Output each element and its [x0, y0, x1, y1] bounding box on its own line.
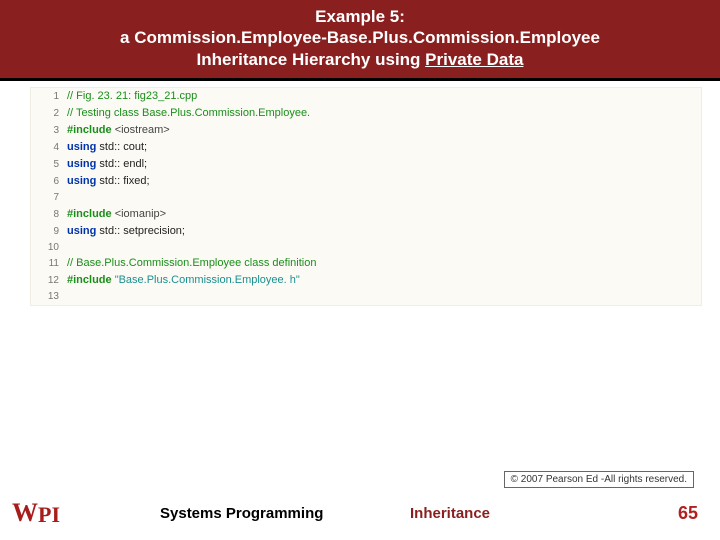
code-token: using	[67, 175, 99, 187]
code-line-body: #include <iostream>	[67, 122, 170, 139]
code-line: 8 #include <iomanip>	[31, 206, 701, 223]
code-line-body: // Testing class Base.Plus.Commission.Em…	[67, 105, 310, 122]
code-token: // Base.Plus.Commission.Employee class d…	[67, 257, 316, 269]
title-line1: Example 5:	[315, 7, 405, 26]
code-line: 4 using std:: cout;	[31, 139, 701, 156]
code-token: "Base.Plus.Commission.Employee. h"	[115, 274, 300, 286]
code-line: 11 // Base.Plus.Commission.Employee class…	[31, 255, 701, 272]
code-line: 13	[31, 289, 701, 305]
title-line3-underline: Private Data	[425, 50, 523, 69]
code-token: using	[67, 225, 99, 237]
line-number: 1	[37, 89, 59, 105]
code-line-body: using std:: fixed;	[67, 173, 150, 190]
copyright-notice: © 2007 Pearson Ed -All rights reserved.	[504, 471, 694, 488]
line-number: 3	[37, 123, 59, 139]
line-number: 10	[37, 240, 59, 256]
code-line-body: #include <iomanip>	[67, 206, 166, 223]
logo-letter-w: W	[12, 498, 37, 528]
code-token: using	[67, 158, 99, 170]
code-line: 7	[31, 190, 701, 206]
code-token: std:: fixed;	[99, 175, 149, 187]
line-number: 11	[37, 256, 59, 272]
logo-letter-i: I	[51, 502, 59, 528]
code-token: #include	[67, 124, 115, 136]
line-number: 12	[37, 273, 59, 289]
code-line: 6 using std:: fixed;	[31, 173, 701, 190]
code-token: #include	[67, 274, 115, 286]
line-number: 8	[37, 207, 59, 223]
code-line-body: // Fig. 23. 21: fig23_21.cpp	[67, 88, 197, 105]
line-number: 2	[37, 106, 59, 122]
code-line-body: using std:: endl;	[67, 156, 147, 173]
code-token: std:: endl;	[99, 158, 147, 170]
footer-course: Systems Programming	[160, 505, 323, 522]
code-line: 1 // Fig. 23. 21: fig23_21.cpp	[31, 88, 701, 105]
code-line: 5 using std:: endl;	[31, 156, 701, 173]
code-line-body: using std:: setprecision;	[67, 223, 185, 240]
title-line3a: Inheritance Hierarchy using	[197, 50, 426, 69]
slide-title: Example 5: a Commission.Employee-Base.Pl…	[0, 0, 720, 81]
footer: W P I Systems Programming Inheritance 65	[0, 498, 720, 528]
line-number: 4	[37, 140, 59, 156]
code-line: 9 using std:: setprecision;	[31, 223, 701, 240]
code-token: <iostream>	[115, 124, 170, 136]
code-token: #include	[67, 208, 115, 220]
title-text: Example 5: a Commission.Employee-Base.Pl…	[0, 6, 720, 70]
code-line-body: #include "Base.Plus.Commission.Employee.…	[67, 272, 300, 289]
line-number: 7	[37, 190, 59, 206]
code-line: 12 #include "Base.Plus.Commission.Employe…	[31, 272, 701, 289]
line-number: 6	[37, 174, 59, 190]
code-line-body: using std:: cout;	[67, 139, 147, 156]
code-line-body: // Base.Plus.Commission.Employee class d…	[67, 255, 316, 272]
footer-topic: Inheritance	[410, 505, 490, 522]
wpi-logo: W P I	[12, 498, 59, 528]
code-listing: 1 // Fig. 23. 21: fig23_21.cpp 2 // Testing…	[30, 87, 702, 306]
code-token: // Testing class Base.Plus.Commission.Em…	[67, 107, 310, 119]
code-token: // Fig. 23. 21: fig23_21.cpp	[67, 90, 197, 102]
line-number: 13	[37, 289, 59, 305]
code-token: using	[67, 141, 99, 153]
title-line2: a Commission.Employee-Base.Plus.Commissi…	[120, 28, 600, 47]
code-token: std:: setprecision;	[99, 225, 185, 237]
line-number: 9	[37, 224, 59, 240]
line-number: 5	[37, 157, 59, 173]
code-line: 2 // Testing class Base.Plus.Commission.E…	[31, 105, 701, 122]
code-token: <iomanip>	[115, 208, 166, 220]
logo-letter-p: P	[38, 502, 50, 528]
code-token: std:: cout;	[99, 141, 147, 153]
page-number: 65	[678, 503, 698, 524]
code-line: 10	[31, 240, 701, 256]
code-line: 3 #include <iostream>	[31, 122, 701, 139]
